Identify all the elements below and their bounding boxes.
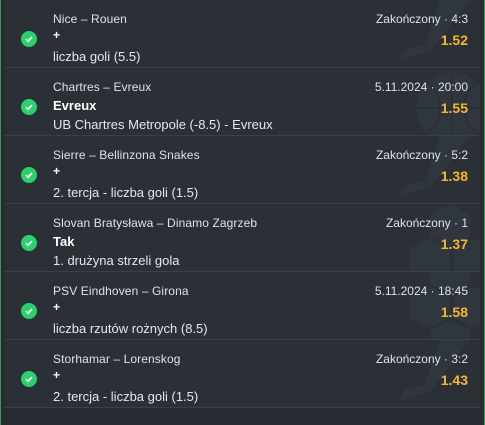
- selection: +: [53, 368, 61, 382]
- check-icon: [21, 235, 37, 251]
- odds: 1.37: [440, 236, 468, 252]
- match-name: Storhamar – Lorenskog: [53, 352, 181, 366]
- match-name: Slovan Bratysława – Dinamo Zagrzeb: [53, 216, 258, 230]
- match-name: Nice – Rouen: [53, 12, 127, 26]
- check-icon: [21, 99, 37, 115]
- selection: Tak: [53, 234, 75, 249]
- odds: 1.43: [440, 372, 468, 388]
- market: liczba rzutów rożnych (8.5): [53, 321, 208, 336]
- bet-row[interactable]: Chartres – Evreux Evreux UB Chartres Met…: [4, 68, 480, 136]
- market: UB Chartres Metropole (-8.5) - Evreux: [53, 117, 273, 132]
- market: 2. tercja - liczba goli (1.5): [53, 389, 199, 404]
- odds: 1.55: [440, 100, 468, 116]
- check-icon: [21, 167, 37, 183]
- bet-row[interactable]: Sierre – Bellinzona Snakes + 2. tercja -…: [4, 136, 480, 204]
- match-status: 5.11.2024 · 20:00: [374, 80, 468, 94]
- match-name: PSV Eindhoven – Girona: [53, 284, 189, 298]
- selection: Evreux: [53, 98, 97, 113]
- selection: +: [53, 28, 61, 42]
- match-status: Zakończony · 3:2: [375, 352, 468, 366]
- match-status: Zakończony · 4:3: [375, 12, 468, 26]
- bet-list: Nice – Rouen + liczba goli (5.5) Zakończ…: [4, 0, 480, 408]
- bet-row[interactable]: Nice – Rouen + liczba goli (5.5) Zakończ…: [4, 0, 480, 68]
- match-status: Zakończony · 1: [385, 216, 468, 230]
- bet-row[interactable]: Storhamar – Lorenskog + 2. tercja - licz…: [4, 340, 480, 408]
- market: liczba goli (5.5): [53, 49, 141, 64]
- match-name: Chartres – Evreux: [53, 80, 152, 94]
- match-status: Zakończony · 5:2: [375, 148, 468, 162]
- selection: +: [53, 300, 61, 314]
- bet-row[interactable]: PSV Eindhoven – Girona + liczba rzutów r…: [4, 272, 480, 340]
- match-status: 5.11.2024 · 18:45: [374, 284, 468, 298]
- selection: +: [53, 164, 61, 178]
- check-icon: [21, 31, 37, 47]
- market: 2. tercja - liczba goli (1.5): [53, 185, 199, 200]
- check-icon: [21, 303, 37, 319]
- odds: 1.58: [440, 304, 468, 320]
- bet-slip-panel: Nice – Rouen + liczba goli (5.5) Zakończ…: [0, 0, 485, 425]
- check-icon: [21, 371, 37, 387]
- odds: 1.38: [440, 168, 468, 184]
- bet-row[interactable]: Slovan Bratysława – Dinamo Zagrzeb Tak 1…: [4, 204, 480, 272]
- market: 1. drużyna strzeli gola: [53, 253, 180, 268]
- odds: 1.52: [440, 32, 468, 48]
- match-name: Sierre – Bellinzona Snakes: [53, 148, 200, 162]
